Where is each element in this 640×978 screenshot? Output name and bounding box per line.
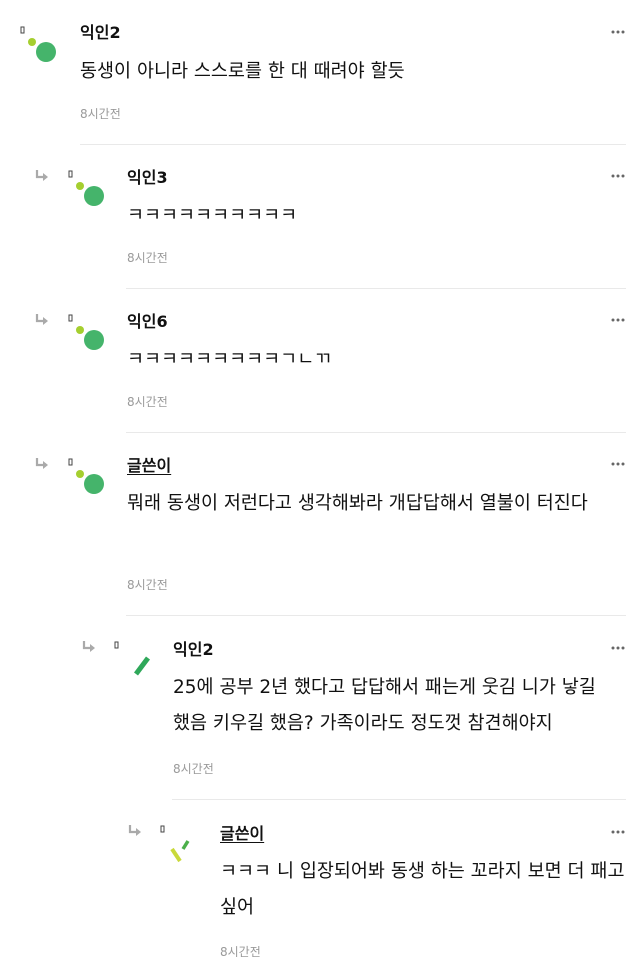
more-dots-icon[interactable] xyxy=(610,644,626,652)
comment-time: 8시간전 xyxy=(127,578,168,592)
comment-text: 동생이 아니라 스스로를 한 대 때려야 할듯 xyxy=(80,61,405,82)
reply-arrow-icon xyxy=(35,314,48,325)
comment-text: 25에 공부 2년 했다고 답답해서 패는게 웃김 니가 낳길 했음 키우길 했… xyxy=(173,677,596,734)
comment-time: 8시간전 xyxy=(173,762,214,776)
comment-time: 8시간전 xyxy=(127,395,168,409)
comment-time: 8시간전 xyxy=(127,251,168,265)
comment-text: 뭐래 동생이 저런다고 생각해봐라 개답답해서 열불이 터진다 xyxy=(127,493,588,514)
avatar-icon xyxy=(160,825,190,863)
comment-divider xyxy=(126,615,626,616)
comment-divider xyxy=(126,288,626,289)
comment-time: 8시간전 xyxy=(80,107,121,121)
comment-author[interactable]: 익인3 xyxy=(127,168,168,188)
comment-author[interactable]: 익인6 xyxy=(127,312,168,332)
more-dots-icon[interactable] xyxy=(610,460,626,468)
avatar-icon xyxy=(20,26,56,62)
avatar-icon xyxy=(68,170,104,206)
comment-divider xyxy=(126,432,626,433)
more-dots-icon[interactable] xyxy=(610,316,626,324)
reply-arrow-icon xyxy=(82,641,95,652)
avatar-icon xyxy=(114,641,150,676)
comment-author[interactable]: 글쓴이 xyxy=(220,824,264,844)
comment-text: ㅋㅋㅋㅋㅋㅋㅋㅋㅋㅋ xyxy=(127,205,298,226)
comment-time: 8시간전 xyxy=(220,945,261,959)
more-dots-icon[interactable] xyxy=(610,172,626,180)
avatar-icon xyxy=(68,458,104,494)
comment-author[interactable]: 글쓴이 xyxy=(127,456,171,476)
avatar-icon xyxy=(68,314,104,350)
comment-text: ㅋㅋㅋㅋㅋㅋㅋㅋㅋㄱㄴㄲ xyxy=(127,349,332,370)
more-dots-icon[interactable] xyxy=(610,828,626,836)
comment-divider xyxy=(172,799,626,800)
comment-author[interactable]: 익인2 xyxy=(80,23,121,43)
more-dots-icon[interactable] xyxy=(610,28,626,36)
comment-divider xyxy=(80,144,626,145)
comment-author[interactable]: 익인2 xyxy=(173,640,214,660)
comment-text: ㅋㅋㅋ 니 입장되어봐 동생 하는 꼬라지 보면 더 패고 싶어 xyxy=(220,861,625,918)
reply-arrow-icon xyxy=(35,170,48,181)
reply-arrow-icon xyxy=(35,458,48,469)
reply-arrow-icon xyxy=(128,825,141,836)
